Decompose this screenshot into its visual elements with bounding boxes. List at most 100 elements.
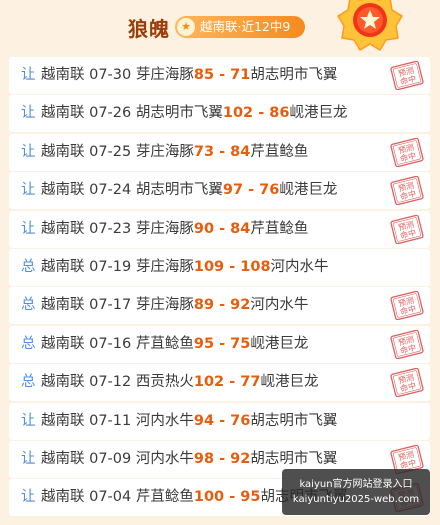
home-team: 芽庄海豚 [135, 258, 194, 275]
score: 109 - 108 [193, 258, 271, 275]
prediction-hit-stamp: 预测命中 [390, 137, 424, 167]
score: 102 - 77 [193, 374, 261, 391]
match-date: 07-24 [89, 182, 132, 199]
record-badge: ★ 越南联·近12中9 [175, 16, 305, 38]
match-info: 越南联 07-23 芽庄海豚90 - 84芹苴鲶鱼 [41, 211, 308, 248]
away-score: 71 [230, 67, 251, 83]
league-name: 越南联 [41, 489, 85, 506]
away-score: 92 [230, 450, 251, 467]
home-team: 胡志明市飞翼 [135, 182, 223, 199]
home-score: 102 [222, 105, 254, 122]
match-date: 07-26 [89, 105, 132, 122]
list-item[interactable]: 让越南联 07-23 芽庄海豚90 - 84芹苴鲶鱼 预测 命中 [9, 210, 430, 248]
match-info: 越南联 07-16 芹苴鲶鱼95 - 75岘港巨龙 [41, 326, 308, 363]
league-name: 越南联 [41, 450, 85, 467]
expert-name: 狼魄 [128, 17, 170, 41]
record-badge-label: 越南联·近12中9 [200, 19, 291, 34]
bet-type-tag: 让 [21, 220, 36, 237]
away-team: 胡志明市飞翼 [250, 412, 338, 429]
match-date: 07-12 [89, 374, 132, 391]
score: 90 - 84 [193, 220, 251, 237]
prediction-hit-stamp: 预测命中 [390, 368, 424, 398]
home-team: 芽庄海豚 [135, 220, 194, 237]
away-team: 河内水牛 [270, 258, 329, 275]
home-team: 河内水牛 [135, 450, 194, 467]
bet-type-tag: 总 [21, 335, 36, 352]
home-score: 94 [193, 412, 215, 429]
away-team: 岘港巨龙 [260, 374, 319, 391]
away-team: 岘港巨龙 [279, 182, 338, 199]
home-score: 109 [193, 258, 225, 275]
home-score: 95 [193, 335, 215, 352]
match-info: 越南联 07-30 芽庄海豚85 - 71胡志明市飞翼 [41, 57, 337, 94]
match-date: 07-17 [89, 297, 132, 314]
league-name: 越南联 [41, 374, 85, 391]
list-item[interactable]: 总越南联 07-16 芹苴鲶鱼95 - 75岘港巨龙 预测 命中 [9, 325, 430, 363]
list-item[interactable]: 让越南联 07-26 胡志明市飞翼102 - 86岘港巨龙 [9, 95, 430, 133]
bet-type-tag: 让 [21, 489, 36, 506]
league-name: 越南联 [41, 258, 85, 275]
away-team: 胡志明市飞翼 [250, 67, 338, 83]
home-team: 芽庄海豚 [135, 297, 194, 314]
prediction-hit-stamp: 预测命中 [390, 291, 424, 321]
home-score: 73 [193, 143, 215, 160]
home-score: 85 [193, 67, 215, 83]
list-item[interactable]: 让越南联 07-30 芽庄海豚85 - 71胡志明市飞翼 预测 命中 [9, 57, 430, 94]
match-info: 越南联 07-19 芽庄海豚109 - 108河内水牛 [41, 249, 329, 286]
prediction-hit-stamp: 预测命中 [390, 329, 424, 359]
away-team: 岘港巨龙 [250, 335, 309, 352]
league-name: 越南联 [41, 182, 85, 199]
match-info: 越南联 07-24 胡志明市飞翼97 - 76岘港巨龙 [41, 172, 337, 209]
bet-type-tag: 让 [21, 182, 36, 199]
home-team: 芽庄海豚 [135, 67, 194, 83]
home-team: 西贡热火 [135, 374, 194, 391]
home-score: 90 [193, 220, 215, 237]
list-item[interactable]: 让越南联 07-11 河内水牛94 - 76胡志明市飞翼 [9, 402, 430, 440]
bet-type-tag: 总 [21, 297, 36, 314]
bet-type-tag: 让 [21, 67, 36, 83]
list-item[interactable]: 让越南联 07-24 胡志明市飞翼97 - 76岘港巨龙 预测 命中 [9, 172, 430, 210]
bet-type-tag: 总 [21, 258, 36, 275]
watermark-line-2: kaiyuntiyu2025-web.com [292, 494, 420, 505]
home-team: 芹苴鲶鱼 [135, 335, 194, 352]
league-name: 越南联 [41, 67, 85, 83]
away-team: 芹苴鲶鱼 [250, 220, 309, 237]
match-date: 07-19 [89, 258, 132, 275]
watermark: kaiyun官方网站登录入口 kaiyuntiyu2025-web.com [282, 469, 430, 515]
away-team: 岘港巨龙 [289, 105, 348, 122]
score: 98 - 92 [193, 450, 251, 467]
match-info: 越南联 07-25 芽庄海豚73 - 84芹苴鲶鱼 [41, 134, 308, 171]
header: 狼魄 ★ 越南联·近12中9 [0, 0, 440, 56]
away-team: 河内水牛 [250, 297, 309, 314]
prediction-list: 让越南联 07-30 芽庄海豚85 - 71胡志明市飞翼 预测 命中让越南联 07-… [9, 57, 430, 518]
away-score: 95 [240, 489, 261, 506]
match-date: 07-23 [89, 220, 132, 237]
home-team: 芽庄海豚 [135, 143, 194, 160]
list-item[interactable]: 总越南联 07-19 芽庄海豚109 - 108河内水牛 [9, 248, 430, 286]
bet-type-tag: 让 [21, 105, 36, 122]
score: 100 - 95 [193, 489, 261, 506]
match-date: 07-16 [89, 335, 132, 352]
prediction-hit-stamp: 预测命中 [390, 214, 424, 244]
score: 89 - 92 [193, 297, 251, 314]
score: 85 - 71 [193, 67, 251, 83]
match-date: 07-30 [89, 67, 132, 83]
list-item[interactable]: 总越南联 07-12 西贡热火102 - 77岘港巨龙 预测 命中 [9, 364, 430, 402]
away-team: 胡志明市飞翼 [250, 450, 338, 467]
match-info: 越南联 07-11 河内水牛94 - 76胡志明市飞翼 [41, 403, 337, 440]
score: 95 - 75 [193, 335, 251, 352]
bet-type-tag: 让 [21, 143, 36, 160]
score: 97 - 76 [222, 182, 280, 199]
list-item[interactable]: 让越南联 07-25 芽庄海豚73 - 84芹苴鲶鱼 预测 命中 [9, 133, 430, 171]
league-name: 越南联 [41, 105, 85, 122]
home-team: 河内水牛 [135, 412, 194, 429]
list-item[interactable]: 总越南联 07-17 芽庄海豚89 - 92河内水牛 预测 命中 [9, 287, 430, 325]
match-info: 越南联 07-12 西贡热火102 - 77岘港巨龙 [41, 364, 318, 401]
medal-icon [336, 0, 404, 52]
home-score: 97 [222, 182, 244, 199]
match-info: 越南联 07-26 胡志明市飞翼102 - 86岘港巨龙 [41, 95, 347, 132]
away-team: 芹苴鲶鱼 [250, 143, 309, 160]
bet-type-tag: 总 [21, 374, 36, 391]
home-score: 98 [193, 450, 215, 467]
away-score: 84 [230, 143, 251, 160]
